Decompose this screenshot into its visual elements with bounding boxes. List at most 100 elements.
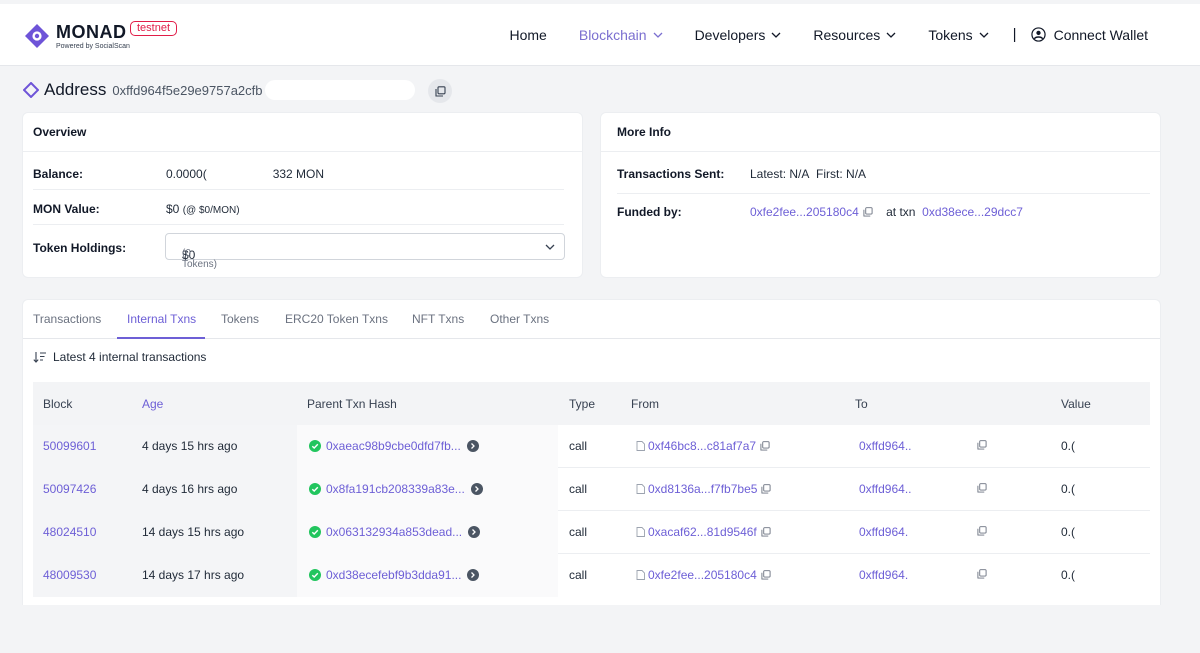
- parent-txn-link[interactable]: 0xaeac98b9cbe0dfd7fb...: [326, 439, 461, 453]
- tab-nft-txns[interactable]: NFT Txns: [412, 312, 464, 326]
- to-address-link[interactable]: 0xffd964..: [859, 482, 912, 496]
- chevron-down-icon: [545, 244, 555, 250]
- row-age: 4 days 16 hrs ago: [142, 482, 238, 496]
- funded-by-label: Funded by:: [617, 205, 682, 219]
- copy-to-button[interactable]: [977, 568, 987, 582]
- transactions-panel: Transactions Internal Txns Tokens ERC20 …: [22, 299, 1161, 605]
- from-address-link[interactable]: 0xf46bc8...c81af7a7: [648, 439, 756, 453]
- table-header: Block Age Parent Txn Hash Type From To V…: [33, 382, 1150, 425]
- arrow-right-circle-icon[interactable]: [467, 569, 480, 581]
- copy-to-button[interactable]: [977, 525, 987, 539]
- col-age[interactable]: Age: [142, 397, 163, 411]
- table-summary: Latest 4 internal transactions: [33, 350, 206, 364]
- from-address-link[interactable]: 0xd8136a...f7fb7be5: [648, 482, 757, 496]
- arrow-right-circle-icon[interactable]: [468, 526, 481, 538]
- to-address-link[interactable]: 0xffd964.: [859, 568, 908, 582]
- copy-icon: [977, 569, 987, 579]
- nav-developers[interactable]: Developers: [695, 27, 782, 43]
- nav-blockchain[interactable]: Blockchain: [579, 27, 663, 43]
- document-icon: [636, 570, 645, 580]
- chevron-down-icon: [653, 32, 663, 38]
- nav-home-label: Home: [509, 26, 547, 43]
- address-hash: 0xffd964f5e29e9757a2cfb: [112, 82, 263, 98]
- funded-by-value: 0xfe2fee...205180c4 at txn 0xd38ece...29…: [750, 205, 1023, 219]
- chevron-down-icon: [886, 32, 896, 38]
- parent-txn-link[interactable]: 0x8fa191cb208339a83e...: [326, 482, 465, 496]
- mon-value-amount: $0: [166, 202, 180, 216]
- copy-icon: [977, 526, 987, 536]
- nav-resources-label: Resources: [813, 26, 881, 43]
- copy-icon[interactable]: [761, 570, 771, 580]
- copy-icon: [977, 483, 987, 493]
- block-link[interactable]: 50097426: [43, 482, 96, 496]
- parent-txn-link[interactable]: 0xd38ecefebf9b3dda91...: [326, 568, 461, 582]
- check-circle-icon: [309, 569, 321, 581]
- copy-to-button[interactable]: [977, 482, 987, 496]
- row-type: call: [569, 439, 588, 453]
- nav-developers-label: Developers: [694, 26, 766, 43]
- mon-value: $0 (@ $0/MON): [166, 202, 240, 216]
- col-to: To: [855, 397, 868, 411]
- row-type: call: [569, 482, 588, 496]
- from-cell: 0xfe2fee...205180c4: [636, 568, 771, 582]
- copy-icon[interactable]: [761, 484, 771, 494]
- document-icon: [636, 484, 645, 494]
- network-badge: testnet: [130, 21, 178, 36]
- nav-home[interactable]: Home: [510, 27, 547, 43]
- connect-wallet-label: Connect Wallet: [1053, 26, 1148, 43]
- balance-suffix: 332 MON: [272, 167, 325, 181]
- row-age: 14 days 17 hrs ago: [142, 568, 245, 582]
- address-header: Address 0xffd964f5e29e9757a2cfb: [23, 79, 415, 101]
- copy-to-button[interactable]: [977, 439, 987, 453]
- block-link[interactable]: 50099601: [43, 439, 96, 453]
- redacted-overlay: [264, 80, 415, 100]
- funding-txn-link[interactable]: 0xd38ece...29dcc7: [922, 205, 1023, 219]
- block-link[interactable]: 48024510: [43, 525, 96, 539]
- col-parent-txn-hash: Parent Txn Hash: [307, 397, 397, 411]
- mon-value-rate: (@ $0/MON): [182, 205, 240, 216]
- tab-internal-txns[interactable]: Internal Txns: [127, 312, 196, 326]
- to-address-link[interactable]: 0xffd964.: [859, 525, 908, 539]
- col-type: Type: [569, 397, 596, 411]
- copy-address-button[interactable]: [428, 79, 452, 103]
- parent-txn-link[interactable]: 0x063132934a853dead...: [326, 525, 462, 539]
- connect-wallet-button[interactable]: Connect Wallet: [1030, 26, 1148, 43]
- from-cell: 0xacaf62...81d9546f: [636, 525, 771, 539]
- check-circle-icon: [309, 526, 321, 538]
- token-holdings-dropdown[interactable]: $0 (0 Tokens): [165, 233, 565, 270]
- to-address-link[interactable]: 0xffd964..: [859, 439, 912, 453]
- main-nav: Home Blockchain Developers Resources Tok…: [478, 26, 1149, 43]
- table-row: 48009530 14 days 17 hrs ago 0xd38ecefebf…: [33, 554, 1150, 597]
- active-tab-indicator: [117, 337, 205, 339]
- from-cell: 0xd8136a...f7fb7be5: [636, 482, 771, 496]
- from-address-link[interactable]: 0xfe2fee...205180c4: [648, 568, 757, 582]
- nav-blockchain-label: Blockchain: [578, 26, 647, 43]
- overview-title: Overview: [33, 125, 87, 139]
- from-address-link[interactable]: 0xacaf62...81d9546f: [648, 525, 757, 539]
- from-cell: 0xf46bc8...c81af7a7: [636, 439, 770, 453]
- block-link[interactable]: 48009530: [43, 568, 96, 582]
- user-circle-icon: [1030, 27, 1046, 42]
- mon-value-label: MON Value:: [33, 202, 100, 216]
- tab-erc20-token-txns[interactable]: ERC20 Token Txns: [285, 312, 388, 326]
- sort-icon[interactable]: [33, 351, 47, 363]
- copy-icon[interactable]: [761, 527, 771, 537]
- check-circle-icon: [309, 483, 321, 495]
- tab-bar: Transactions Internal Txns Tokens ERC20 …: [23, 300, 1160, 339]
- funded-by-address-link[interactable]: 0xfe2fee...205180c4: [750, 205, 859, 219]
- tab-transactions[interactable]: Transactions: [33, 312, 101, 326]
- row-type: call: [569, 525, 588, 539]
- brand-logo[interactable]: MONAD Powered by SocialScan: [24, 22, 130, 50]
- table-row: 50099601 4 days 15 hrs ago 0xaeac98b9cbe…: [33, 425, 1150, 468]
- chevron-down-icon: [979, 32, 989, 38]
- tab-tokens[interactable]: Tokens: [221, 312, 259, 326]
- tab-other-txns[interactable]: Other Txns: [490, 312, 549, 326]
- nav-tokens[interactable]: Tokens: [928, 27, 989, 43]
- top-navbar: MONAD Powered by SocialScan testnet Home…: [0, 0, 1200, 66]
- arrow-right-circle-icon[interactable]: [470, 483, 483, 495]
- row-value: 0.(: [1061, 482, 1076, 496]
- copy-icon[interactable]: [760, 441, 770, 451]
- nav-resources[interactable]: Resources: [813, 27, 896, 43]
- copy-icon[interactable]: [863, 207, 873, 217]
- arrow-right-circle-icon[interactable]: [466, 440, 479, 452]
